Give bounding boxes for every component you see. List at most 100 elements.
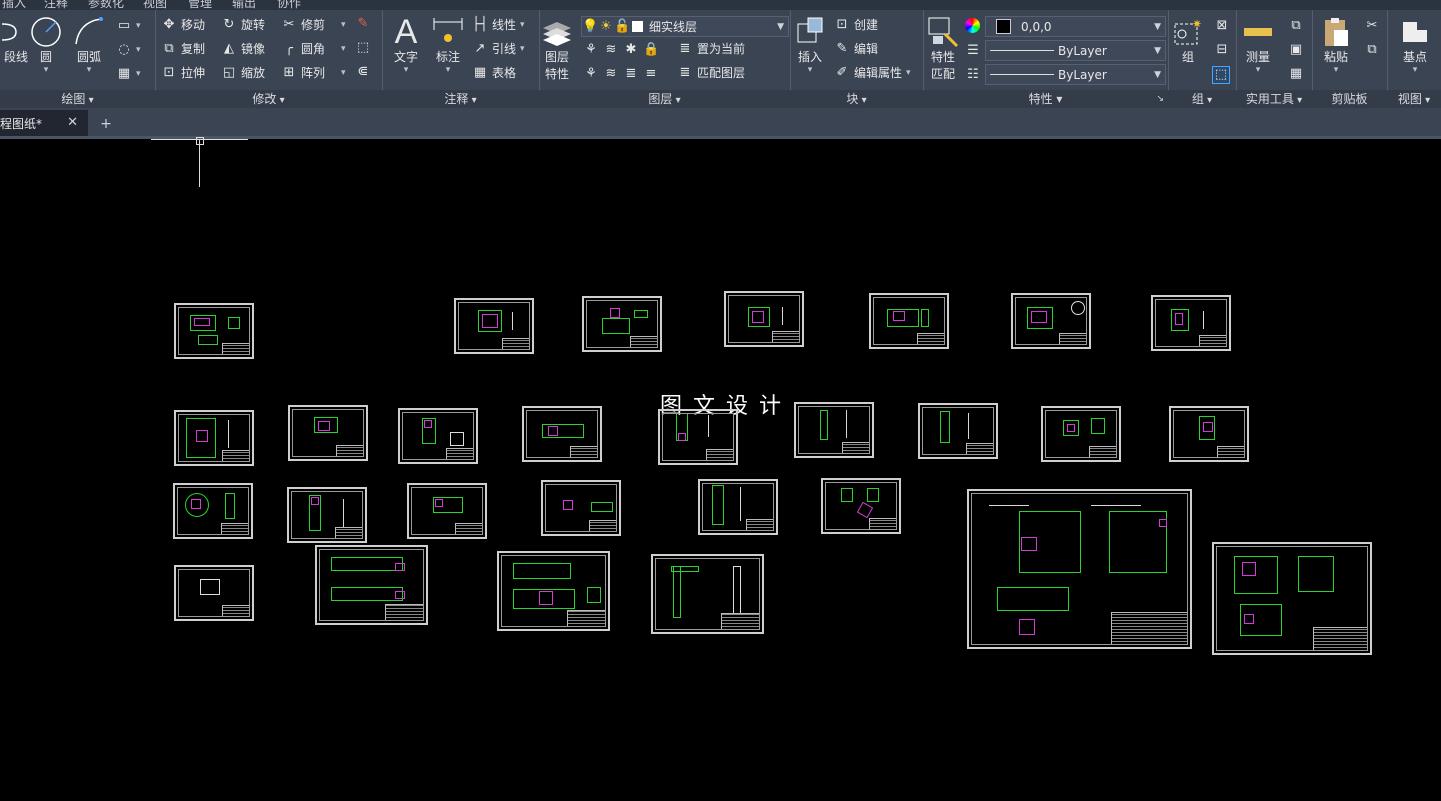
array-button[interactable]: ⊞ 阵列 ▾ <box>281 64 346 81</box>
text-button[interactable]: A 文字 ▾ <box>390 13 422 76</box>
set-current-button[interactable]: ≣ 置为当前 <box>677 40 745 57</box>
layer-off-icon[interactable]: ⚘ <box>583 42 599 58</box>
group-select-icon[interactable]: ⬚ <box>1212 66 1230 84</box>
panel-properties-title[interactable]: 特性 ▾ ↘ <box>923 90 1168 108</box>
document-tab[interactable]: 程图纸* ✕ <box>0 110 88 136</box>
edit-attributes-button[interactable]: ✐ 编辑属性 ▾ <box>834 64 911 81</box>
drawing-sheet[interactable] <box>497 551 610 631</box>
color-dropdown[interactable]: 0,0,0 ▼ <box>985 16 1166 37</box>
drawing-sheet-assembly[interactable] <box>967 489 1192 649</box>
drawing-sheet[interactable] <box>174 410 254 466</box>
erase-button[interactable]: ✎ <box>355 16 371 32</box>
drawing-sheet[interactable] <box>651 554 764 634</box>
drawing-sheet[interactable] <box>582 296 662 352</box>
layer-lock-icon[interactable]: 🔒 <box>643 42 659 58</box>
drawing-sheet[interactable] <box>287 487 367 543</box>
drawing-sheet[interactable] <box>1011 293 1091 349</box>
linetype-dropdown[interactable]: ByLayer ▼ <box>985 40 1166 61</box>
select-all-icon[interactable]: ▣ <box>1288 42 1304 58</box>
panel-groups-title[interactable]: 组 <box>1168 90 1236 108</box>
offset-button[interactable]: ⋐ <box>355 64 371 80</box>
drawing-sheet[interactable] <box>658 409 738 465</box>
drawing-sheet[interactable] <box>821 478 901 534</box>
drawing-sheet[interactable] <box>1151 295 1231 351</box>
menu-view[interactable]: 视图 <box>143 0 167 10</box>
drawing-sheet[interactable] <box>522 406 602 462</box>
base-point-button[interactable]: 基点 ▾ <box>1399 16 1431 75</box>
drawing-canvas[interactable]: 图文设计 <box>0 137 1441 801</box>
menu-manage[interactable]: 管理 <box>188 0 212 10</box>
drawing-sheet[interactable] <box>454 298 534 354</box>
rotate-button[interactable]: ↻ 旋转 <box>221 16 265 33</box>
panel-annotation-title[interactable]: 注释 <box>382 90 539 108</box>
linetype-icon[interactable]: ☰ <box>965 43 981 59</box>
lineweight-dropdown[interactable]: ByLayer ▼ <box>985 64 1166 85</box>
copy-clip-icon[interactable]: ⧉ <box>1364 42 1380 58</box>
rectangle-button[interactable]: ▭ ▾ <box>116 18 141 34</box>
layer-unisolate-icon[interactable]: ≋ <box>603 66 619 82</box>
create-block-button[interactable]: ⊡ 创建 <box>834 16 878 33</box>
insert-block-button[interactable]: 插入 ▾ <box>794 16 826 75</box>
explode-button[interactable]: ⬚ <box>355 40 371 56</box>
drawing-sheet[interactable] <box>724 291 804 347</box>
circle-button[interactable]: 圆 ▾ <box>30 16 62 75</box>
menu-insert[interactable]: 插入 <box>2 0 26 10</box>
panel-layers-title[interactable]: 图层 <box>539 90 790 108</box>
drawing-sheet[interactable] <box>918 403 998 459</box>
menu-collaborate[interactable]: 协作 <box>277 0 301 10</box>
match-layer-button[interactable]: ≣ 匹配图层 <box>677 64 745 81</box>
layer-thaw-icon[interactable]: ≣ <box>623 66 639 82</box>
properties-launcher-icon[interactable]: ↘ <box>1156 90 1164 108</box>
stretch-button[interactable]: ⊡ 拉伸 <box>161 64 205 81</box>
match-properties-button[interactable]: 特性 匹配 <box>927 16 959 82</box>
copy-button[interactable]: ⧉ 复制 <box>161 40 205 57</box>
layer-unlock-icon[interactable]: ≡ <box>643 66 659 82</box>
scale-button[interactable]: ◱ 缩放 <box>221 64 265 81</box>
panel-modify-title[interactable]: 修改 <box>155 90 382 108</box>
panel-utilities-title[interactable]: 实用工具 <box>1236 90 1312 108</box>
trim-button[interactable]: ✂ 修剪 ▾ <box>281 16 346 33</box>
close-icon[interactable]: ✕ <box>67 115 78 130</box>
mirror-button[interactable]: ◭ 镜像 <box>221 40 265 57</box>
menu-output[interactable]: 输出 <box>232 0 256 10</box>
drawing-sheet[interactable] <box>398 408 478 464</box>
new-tab-button[interactable]: + <box>96 115 116 133</box>
paste-button[interactable]: 粘贴 ▾ <box>1320 16 1352 75</box>
panel-draw-title[interactable]: 绘图 <box>0 90 155 108</box>
drawing-sheet[interactable] <box>174 565 254 621</box>
layer-properties-button[interactable]: 图层 特性 <box>541 16 573 82</box>
color-wheel-icon[interactable] <box>965 18 980 33</box>
quick-select-icon[interactable]: ⧉ <box>1288 18 1304 34</box>
layer-isolate-icon[interactable]: ≋ <box>603 42 619 58</box>
drawing-sheet[interactable] <box>1169 406 1249 462</box>
lineweight-icon[interactable]: ☷ <box>965 67 981 83</box>
drawing-sheet[interactable] <box>173 483 253 539</box>
polyline-button[interactable]: 段线 <box>0 16 32 65</box>
arc-dropdown-icon[interactable]: ▾ <box>87 65 92 75</box>
dimension-button[interactable]: 标注 ▾ <box>432 16 464 75</box>
menu-annotate[interactable]: 注释 <box>44 0 68 10</box>
drawing-sheet[interactable] <box>315 545 428 625</box>
edit-block-button[interactable]: ✎ 编辑 <box>834 40 878 57</box>
menu-parametric[interactable]: 参数化 <box>88 0 124 10</box>
linear-dim-button[interactable]: ├┤ 线性 ▾ <box>472 16 524 33</box>
panel-block-title[interactable]: 块 <box>790 90 923 108</box>
ungroup-icon[interactable]: ⊠ <box>1214 18 1230 34</box>
drawing-sheet[interactable] <box>541 480 621 536</box>
drawing-sheet[interactable] <box>407 483 487 539</box>
drawing-sheet[interactable] <box>869 293 949 349</box>
layer-freeze-icon[interactable]: ✱ <box>623 42 639 58</box>
drawing-sheet-assembly[interactable] <box>1212 542 1372 655</box>
layer-dropdown[interactable]: 💡 ☀ 🔓 细实线层 ▼ <box>581 16 789 37</box>
drawing-sheet[interactable] <box>174 303 254 359</box>
calculator-icon[interactable]: ▦ <box>1288 66 1304 82</box>
drawing-sheet[interactable] <box>698 479 778 535</box>
table-button[interactable]: ▦ 表格 <box>472 64 516 81</box>
layer-on-icon[interactable]: ⚘ <box>583 66 599 82</box>
ellipse-button[interactable]: ◌ ▾ <box>116 42 140 58</box>
drawing-sheet[interactable] <box>794 402 874 458</box>
circle-dropdown-icon[interactable]: ▾ <box>44 65 49 75</box>
arc-button[interactable]: 圆弧 ▾ <box>73 16 105 75</box>
leader-button[interactable]: ↗ 引线 ▾ <box>472 40 525 57</box>
group-button[interactable]: ✷ 组 <box>1172 16 1204 65</box>
